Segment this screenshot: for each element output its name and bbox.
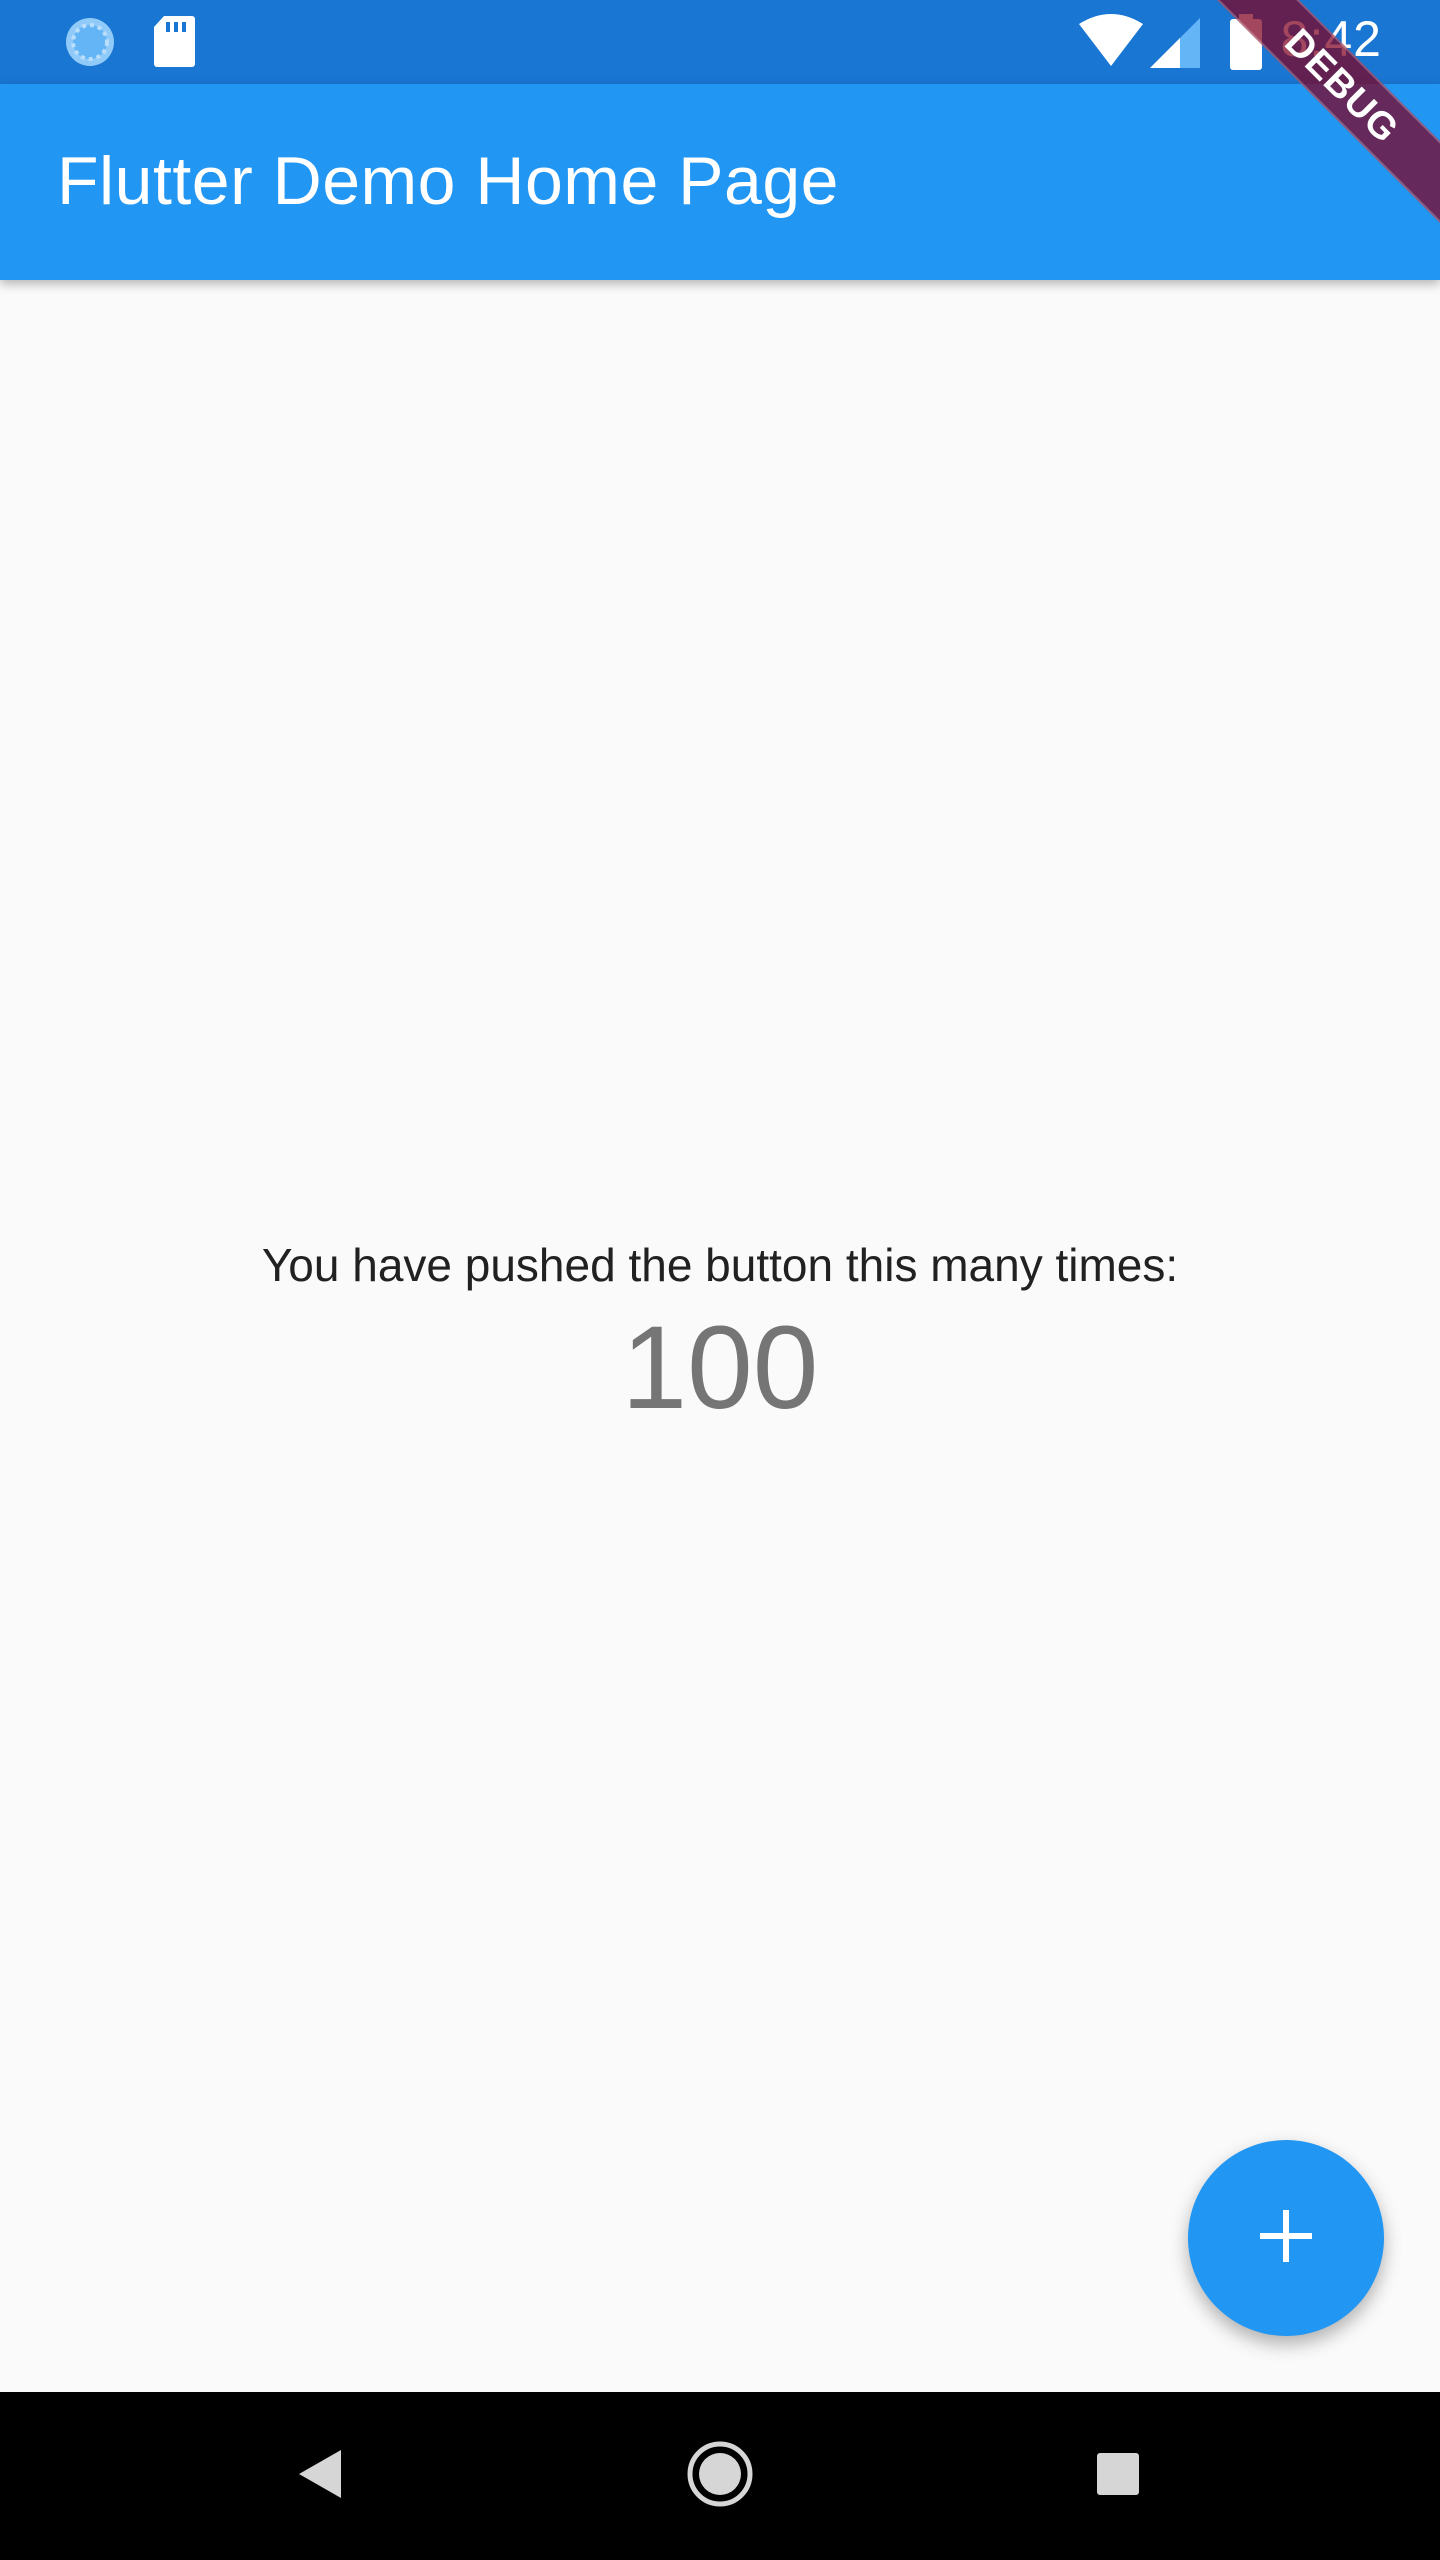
recents-button[interactable] (1058, 2392, 1178, 2560)
sd-card-icon (152, 14, 196, 73)
status-bar: 8:42 (0, 0, 1440, 84)
main-content: You have pushed the button this many tim… (0, 280, 1440, 2392)
app-screen: 8:42 DEBUG Flutter Demo Home Page You ha… (0, 0, 1440, 2560)
page-title: Flutter Demo Home Page (57, 143, 839, 219)
increment-button[interactable] (1188, 2140, 1384, 2336)
system-nav-bar (0, 2392, 1440, 2560)
back-icon (297, 2448, 343, 2505)
wifi-icon (1078, 14, 1144, 73)
counter-caption: You have pushed the button this many tim… (261, 1239, 1179, 1291)
loading-circle-icon (62, 14, 118, 75)
home-button[interactable] (660, 2392, 780, 2560)
recents-icon (1095, 2451, 1141, 2502)
cellular-signal-icon (1150, 18, 1202, 73)
app-bar: Flutter Demo Home Page (0, 84, 1440, 280)
back-button[interactable] (260, 2392, 380, 2560)
counter-value: 100 (621, 1302, 819, 1434)
home-icon (685, 2439, 755, 2514)
plus-icon (1256, 2206, 1316, 2271)
